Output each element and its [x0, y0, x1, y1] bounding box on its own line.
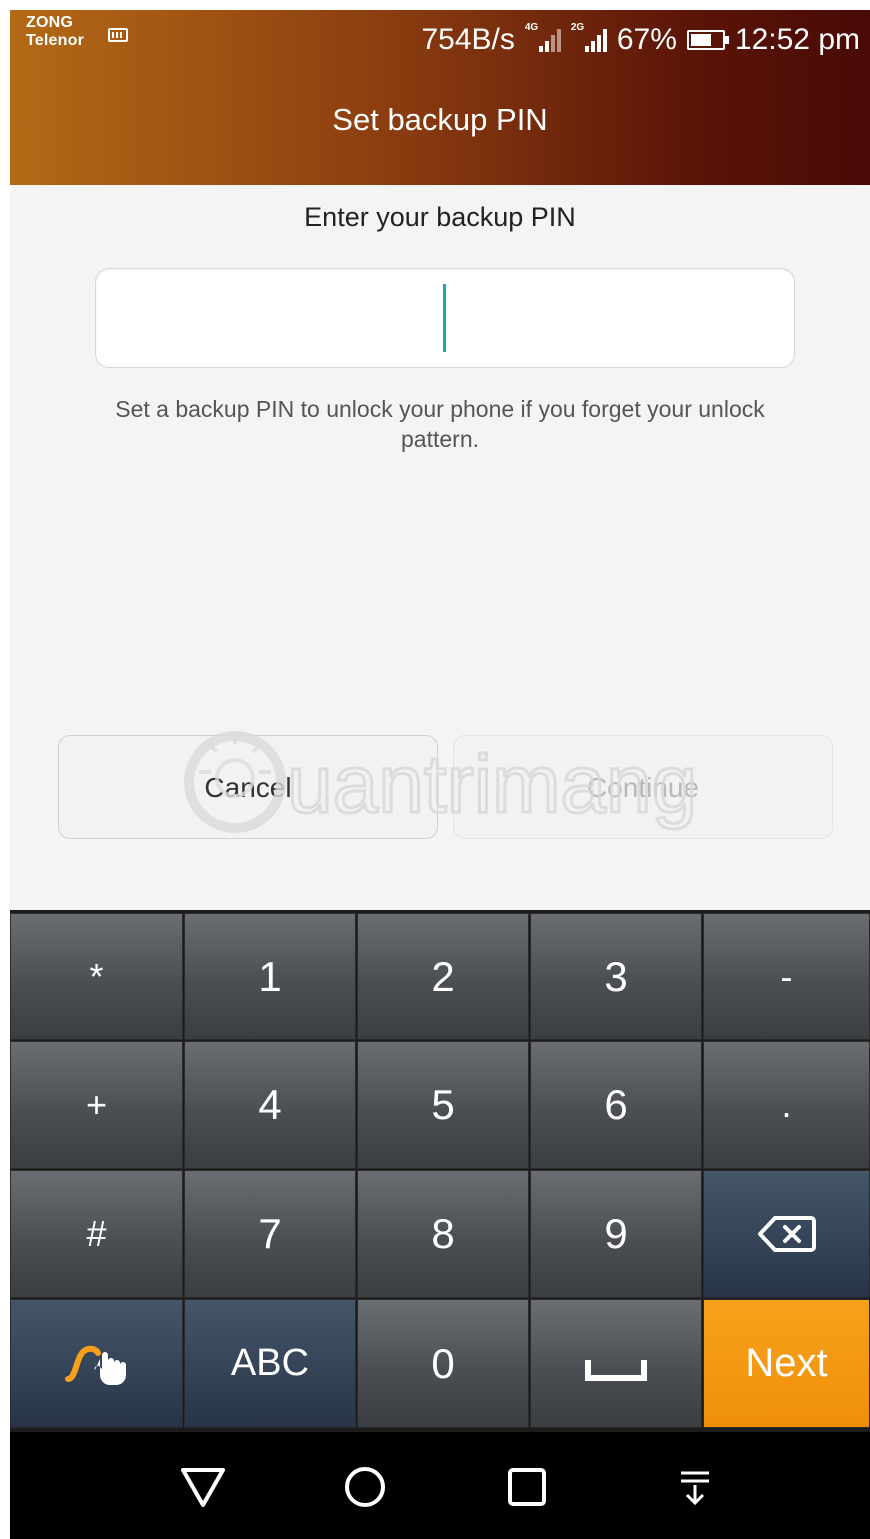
carrier-names: ZONG Telenor: [26, 14, 84, 50]
recents-button[interactable]: [502, 1462, 552, 1512]
abc-key[interactable]: ABC: [184, 1299, 356, 1428]
keyboard-icon: [108, 28, 128, 42]
continue-button[interactable]: Continue: [453, 735, 833, 839]
helper-text: Set a backup PIN to unlock your phone if…: [60, 394, 820, 454]
status-bar: ZONG Telenor 754B/s 4G 2G 67% 12:52 pm: [10, 10, 870, 68]
carrier-1: ZONG: [26, 14, 74, 31]
key-asterisk[interactable]: *: [10, 913, 183, 1040]
next-key[interactable]: Next: [703, 1299, 870, 1428]
backspace-key[interactable]: [703, 1170, 870, 1298]
key-0[interactable]: 0: [357, 1299, 529, 1428]
key-3[interactable]: 3: [530, 913, 702, 1040]
key-plus[interactable]: +: [10, 1041, 183, 1169]
key-minus[interactable]: -: [703, 913, 870, 1040]
back-icon: [181, 1468, 225, 1507]
sim2-type: 2G: [570, 22, 585, 33]
sim1-type: 4G: [524, 22, 539, 33]
key-4[interactable]: 4: [184, 1041, 356, 1169]
helper-line-2: pattern.: [401, 426, 479, 452]
key-hash[interactable]: #: [10, 1170, 183, 1298]
clock: 12:52 pm: [734, 23, 860, 56]
cancel-button[interactable]: Cancel: [58, 735, 438, 839]
page-title: Set backup PIN: [332, 102, 548, 137]
helper-line-1: Set a backup PIN to unlock your phone if…: [115, 396, 765, 422]
notification-pull-icon: [681, 1471, 709, 1506]
battery-icon: [686, 30, 729, 50]
swipe-gesture-icon: [64, 1345, 126, 1385]
back-button[interactable]: [178, 1462, 228, 1512]
numeric-keypad: * 1 2 3 - + 4 5 6 . # 7 8 9 ABC 0 Next: [10, 910, 870, 1432]
screen: ZONG Telenor 754B/s 4G 2G 67% 12:52 pm S…: [10, 10, 870, 1539]
key-6[interactable]: 6: [530, 1041, 702, 1169]
space-key[interactable]: [530, 1299, 702, 1428]
navigation-bar: [10, 1432, 870, 1539]
backspace-icon: [757, 1216, 816, 1252]
key-7[interactable]: 7: [184, 1170, 356, 1298]
key-period[interactable]: .: [703, 1041, 870, 1169]
header: ZONG Telenor 754B/s 4G 2G 67% 12:52 pm S…: [10, 10, 870, 185]
battery-percent: 67%: [616, 23, 677, 56]
signal-icon: 2G: [571, 22, 607, 52]
key-2[interactable]: 2: [357, 913, 529, 1040]
key-1[interactable]: 1: [184, 913, 356, 1040]
signal-icon: 4G: [525, 22, 561, 52]
text-cursor: [443, 284, 446, 352]
network-speed: 754B/s: [421, 23, 515, 56]
status-indicators: 754B/s 4G 2G 67% 12:52 pm: [421, 22, 860, 58]
recents-icon: [508, 1468, 546, 1506]
space-icon: [585, 1359, 647, 1381]
carrier-2: Telenor: [26, 32, 85, 49]
pin-prompt: Enter your backup PIN: [304, 202, 576, 232]
key-9[interactable]: 9: [530, 1170, 702, 1298]
key-8[interactable]: 8: [357, 1170, 529, 1298]
notification-pull-button[interactable]: [670, 1462, 720, 1512]
home-button[interactable]: [340, 1462, 390, 1512]
key-5[interactable]: 5: [357, 1041, 529, 1169]
swipe-gesture-key[interactable]: [10, 1299, 183, 1428]
home-icon: [345, 1467, 385, 1507]
